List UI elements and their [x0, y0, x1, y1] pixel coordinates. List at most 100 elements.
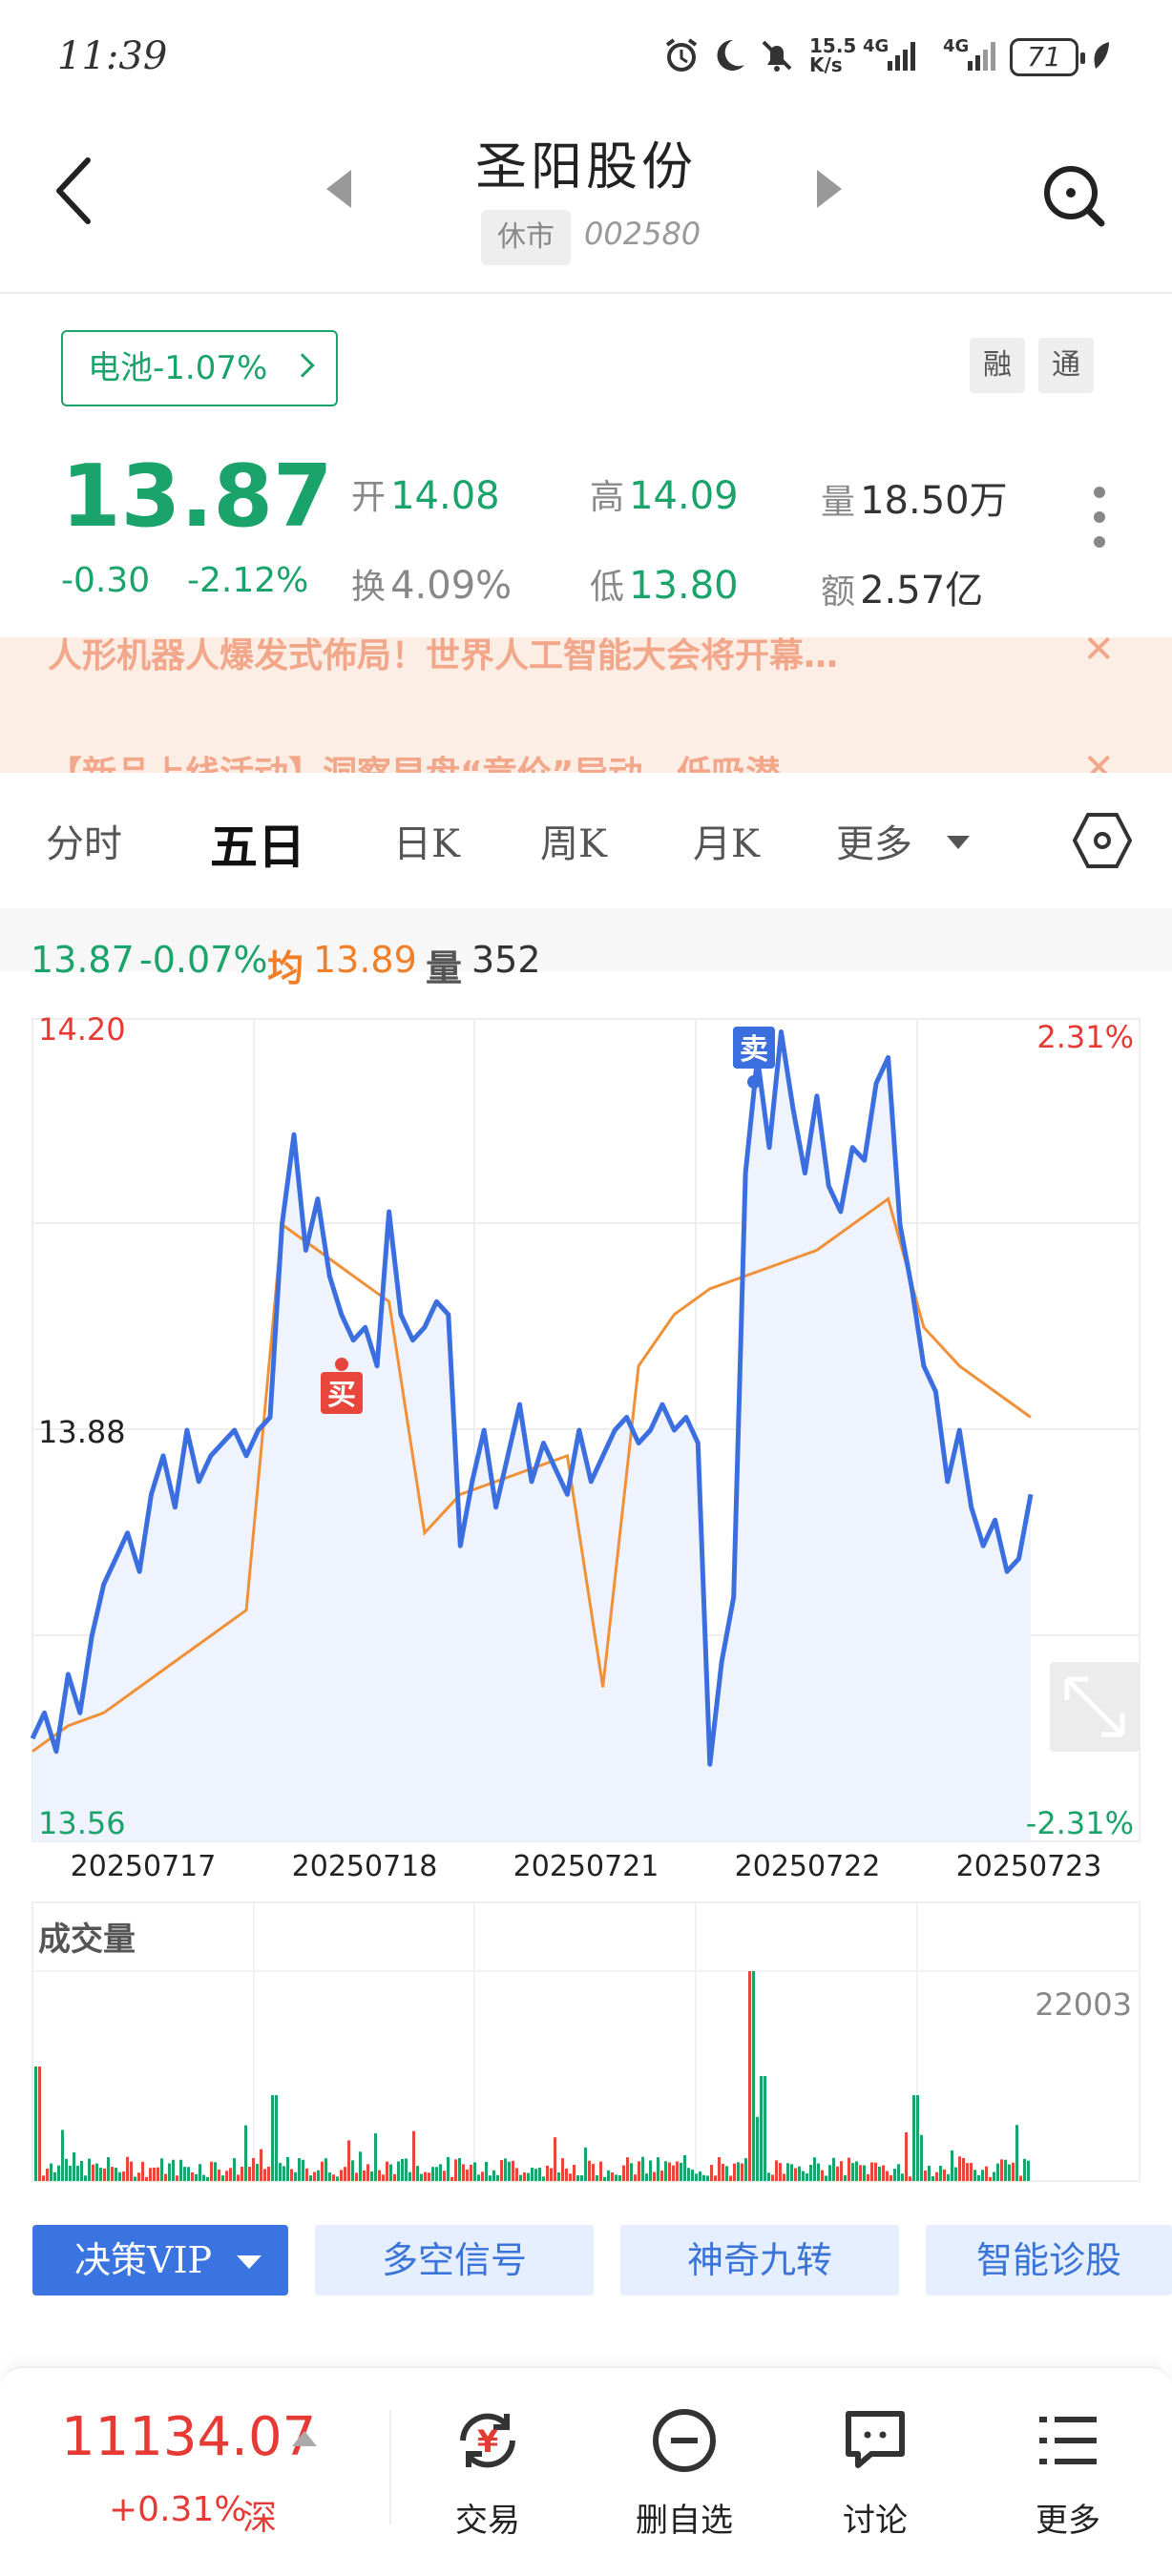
- tab-five-day[interactable]: 五日: [210, 809, 305, 878]
- volume-bar: [889, 2174, 892, 2181]
- close-news-1-icon[interactable]: ✕: [1082, 637, 1115, 672]
- volume-bar: [401, 2158, 404, 2181]
- long-short-signal-button[interactable]: 多空信号: [315, 2225, 594, 2296]
- volume-bar: [966, 2163, 969, 2181]
- five-day-chart[interactable]: 买 卖 14.20 13.88 13.56 2.31% -2.31% 202507…: [0, 1011, 1172, 2185]
- volume-bar: [557, 2171, 560, 2181]
- volume-bar: [263, 2169, 266, 2181]
- discuss-button[interactable]: 讨论: [804, 2404, 947, 2541]
- tab-month-k[interactable]: 月K: [693, 813, 760, 868]
- volume-bar: [244, 2125, 247, 2181]
- volume-bar: [809, 2164, 812, 2181]
- y-bottom-label: 13.56: [38, 1805, 126, 1841]
- volume-bar: [828, 2165, 831, 2181]
- news-item-2[interactable]: 【新品上线活动】洞察早盘“竞价”异动，低吸潜…: [48, 746, 1050, 773]
- dnd-moon-icon: [717, 39, 744, 71]
- volume-bar: [538, 2168, 541, 2181]
- index-value[interactable]: 11134.07: [61, 2406, 316, 2468]
- volume-bar: [496, 2174, 499, 2181]
- net-speed: 15.5 K/s: [809, 34, 857, 76]
- news-item-1[interactable]: 人形机器人爆发式佈局！世界人工智能大会将开幕…: [48, 637, 1050, 677]
- volume-bar: [523, 2172, 526, 2181]
- tab-day-k[interactable]: 日K: [393, 813, 460, 868]
- index-change: +0.31%: [109, 2490, 247, 2529]
- volume-max-label: 22003: [1035, 1986, 1132, 2023]
- svg-text:¥: ¥: [477, 2423, 498, 2460]
- volume-bar: [363, 2170, 366, 2181]
- volume-bar: [626, 2157, 629, 2181]
- volume-bar: [584, 2147, 587, 2181]
- volume-bar: [1012, 2162, 1015, 2181]
- volume-bar: [46, 2168, 49, 2181]
- volume-bar: [328, 2172, 331, 2181]
- more-options-icon[interactable]: [1088, 487, 1111, 563]
- more-button[interactable]: 更多: [996, 2404, 1140, 2541]
- volume-bar: [492, 2170, 495, 2181]
- volume-bar: [126, 2156, 129, 2181]
- tab-intraday[interactable]: 分时: [46, 813, 122, 868]
- volume-bar: [653, 2171, 656, 2181]
- tab-week-k[interactable]: 周K: [540, 813, 607, 868]
- volume-bar: [73, 2151, 75, 2181]
- volume-bar: [241, 2167, 243, 2181]
- close-news-2-icon[interactable]: ✕: [1082, 746, 1115, 773]
- leaf-icon: [1094, 42, 1109, 69]
- volume-bar: [252, 2157, 255, 2181]
- volume-bar: [61, 2129, 64, 2181]
- volume-bar: [817, 2163, 820, 2181]
- volume-bar: [145, 2176, 148, 2181]
- volume-bar: [115, 2168, 117, 2181]
- news-banner[interactable]: 人形机器人爆发式佈局！世界人工智能大会将开幕… ✕ 【新品上线活动】洞察早盘“竞…: [0, 637, 1172, 773]
- volume-bar: [500, 2160, 503, 2181]
- volume-bar: [691, 2170, 694, 2181]
- battery-indicator: 71: [1010, 38, 1085, 76]
- volume-bar: [76, 2165, 79, 2181]
- volume-bar: [1008, 2164, 1011, 2181]
- trade-icon: ¥: [460, 2413, 515, 2468]
- remove-watchlist-button[interactable]: 删自选: [613, 2404, 756, 2541]
- volume-bar: [729, 2175, 732, 2181]
- volume-bar: [569, 2173, 572, 2181]
- fullscreen-icon[interactable]: [1050, 1662, 1140, 1752]
- volume-bar: [702, 2174, 705, 2181]
- volume-bar: [305, 2168, 308, 2181]
- search-icon[interactable]: [1040, 162, 1109, 231]
- volume-bar: [775, 2160, 778, 2181]
- volume-bar: [450, 2176, 453, 2181]
- volume-bar: [206, 2176, 209, 2181]
- tab-more[interactable]: 更多: [836, 813, 912, 868]
- volume-bar: [790, 2164, 793, 2181]
- volume-bar: [65, 2158, 68, 2181]
- chat-icon: [846, 2411, 905, 2468]
- volume-bar: [153, 2167, 156, 2181]
- next-stock-arrow[interactable]: [817, 170, 842, 208]
- volume-bar: [164, 2173, 167, 2181]
- volume-bar: [214, 2162, 217, 2181]
- volume-bar: [641, 2156, 644, 2181]
- trade-button[interactable]: ¥ 交易: [416, 2404, 559, 2541]
- volume-bar: [848, 2157, 850, 2181]
- volume-bar: [1019, 2175, 1022, 2181]
- volume-bar: [760, 2076, 763, 2181]
- volume-bar: [389, 2164, 392, 2181]
- volume-bar: [611, 2172, 614, 2181]
- sell-marker[interactable]: 卖: [733, 1027, 775, 1089]
- volume-bar: [340, 2170, 343, 2181]
- volume-bar: [519, 2174, 522, 2181]
- volume-bar: [840, 2161, 843, 2181]
- volume-bar: [366, 2164, 369, 2181]
- chevron-right-icon: [290, 353, 315, 378]
- market-status-badge: 休市: [481, 210, 571, 265]
- settings-hexagon-icon[interactable]: [1073, 811, 1132, 870]
- volume-bar: [771, 2174, 774, 2181]
- volume-bar: [374, 2132, 377, 2181]
- volume-bar: [939, 2166, 942, 2181]
- magic-nine-button[interactable]: 神奇九转: [620, 2225, 899, 2296]
- sector-tag[interactable]: 电池-1.07%: [61, 330, 338, 406]
- volume-bar: [260, 2149, 262, 2181]
- volume-bar: [534, 2169, 537, 2181]
- volume-bar: [92, 2164, 94, 2181]
- volume-bar: [970, 2163, 973, 2181]
- smart-diagnose-button[interactable]: 智能诊股: [926, 2225, 1172, 2296]
- decision-vip-button[interactable]: 决策VIP: [32, 2225, 288, 2296]
